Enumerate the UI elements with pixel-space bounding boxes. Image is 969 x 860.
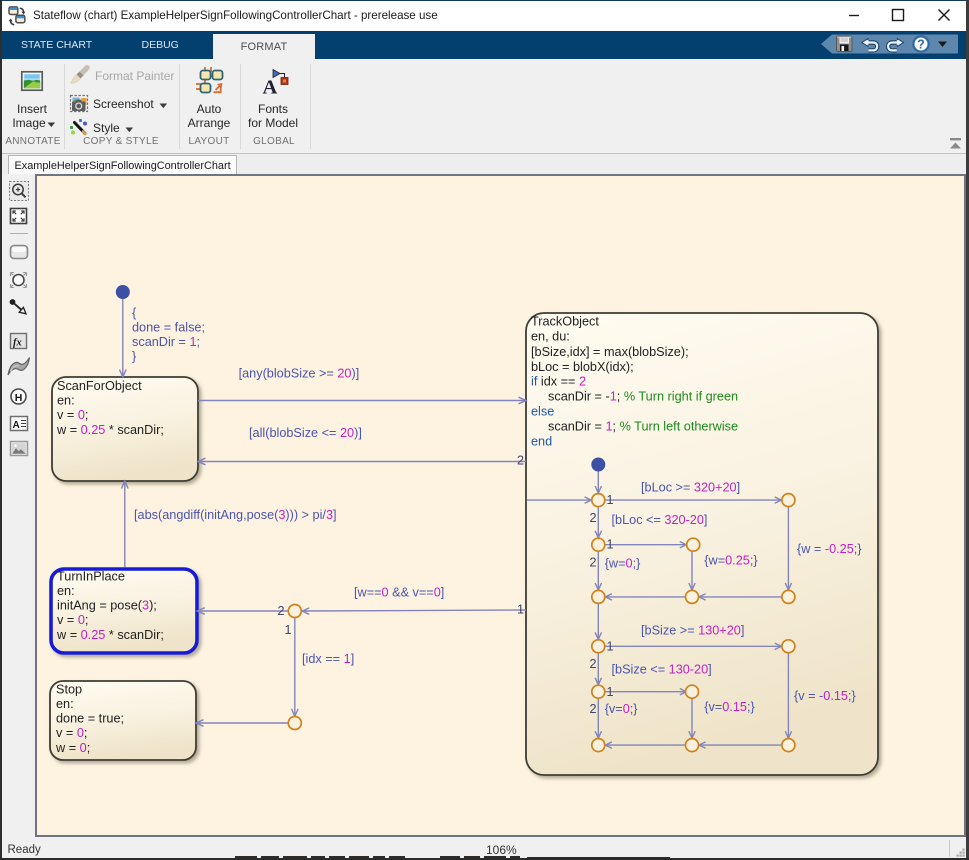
svg-text:fx: fx	[13, 338, 22, 349]
svg-text:?: ?	[917, 38, 925, 52]
svg-text:A: A	[13, 420, 20, 431]
svg-text:H: H	[15, 392, 23, 404]
